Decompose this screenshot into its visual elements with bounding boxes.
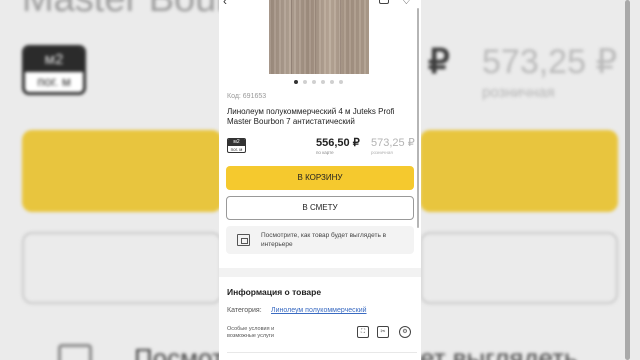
ar-preview-banner[interactable]: Посмотрите, как товар будет выглядеть в …: [226, 226, 414, 254]
unit-linear-m[interactable]: пог. м: [228, 146, 245, 152]
phone-screen: ‹ ♡ Код: 691653 Линолеум полукоммерчески…: [219, 0, 421, 360]
bg-retail-price: 573,25 ₽: [482, 43, 618, 81]
bg-units-toggle: м2 пог. м: [22, 45, 86, 95]
info-section-title: Информация о товаре: [227, 287, 322, 297]
bg-cart-button-left: [22, 130, 222, 212]
ar-preview-text: Посмотрите, как товар будет выглядеть в …: [261, 232, 387, 248]
bg-bottom-text-right: ет выглядеть: [420, 343, 578, 360]
add-to-cart-button[interactable]: В КОРЗИНУ: [226, 166, 414, 190]
bg-unit-bottom: пог. м: [37, 74, 71, 89]
bg-scrollbar: [625, 0, 630, 360]
bg-rub-sign: ₽: [428, 43, 450, 81]
screen: Master Bourbon м2 пог. м ₽ 573,25 ₽ розн…: [0, 0, 640, 360]
gallery-dot[interactable]: [312, 80, 316, 84]
service-icon-3[interactable]: ⚙: [399, 326, 411, 338]
bg-estimate-button-right: [420, 232, 618, 304]
heart-icon[interactable]: ♡: [401, 0, 412, 7]
service-icon-1[interactable]: ⛶: [357, 326, 369, 338]
product-name: Линолеум полукоммерческий 4 м Juteks Pro…: [227, 107, 395, 126]
card-price: 556,50 ₽: [316, 137, 360, 149]
section-divider: [219, 268, 421, 277]
gallery-dot[interactable]: [321, 80, 325, 84]
back-icon[interactable]: ‹: [223, 0, 227, 8]
gallery-dots: [294, 80, 343, 84]
product-code: Код: 691653: [227, 93, 267, 100]
service-icon-2[interactable]: ✂: [377, 326, 389, 338]
bg-retail-label: розничная: [482, 84, 555, 101]
category-label: Категория:: [227, 307, 262, 314]
bg-ar-icon: [58, 344, 92, 360]
gallery-dot[interactable]: [294, 80, 298, 84]
gallery-dot[interactable]: [303, 80, 307, 84]
category-link[interactable]: Линолеум полукоммерческий: [271, 307, 367, 314]
add-to-estimate-button[interactable]: В СМЕТУ: [226, 196, 414, 220]
bg-estimate-button-left: [22, 232, 222, 304]
phone-scrollbar[interactable]: [417, 8, 419, 228]
card-price-label: по карте: [316, 150, 334, 155]
cart-icon[interactable]: [379, 0, 389, 4]
unit-m2[interactable]: м2: [228, 139, 245, 146]
retail-price-label: розничная: [371, 150, 393, 155]
gallery-dot[interactable]: [330, 80, 334, 84]
bg-unit-top: м2: [25, 48, 83, 72]
bg-cart-button-right: [420, 130, 618, 212]
special-conditions-label: Особые условия и возможные услуги: [227, 326, 275, 339]
next-row: [227, 352, 417, 360]
units-toggle[interactable]: м2 пог. м: [227, 138, 246, 153]
retail-price: 573,25 ₽: [371, 137, 415, 149]
gallery-dot[interactable]: [339, 80, 343, 84]
product-image[interactable]: [269, 0, 369, 74]
ar-room-icon: [237, 234, 250, 246]
